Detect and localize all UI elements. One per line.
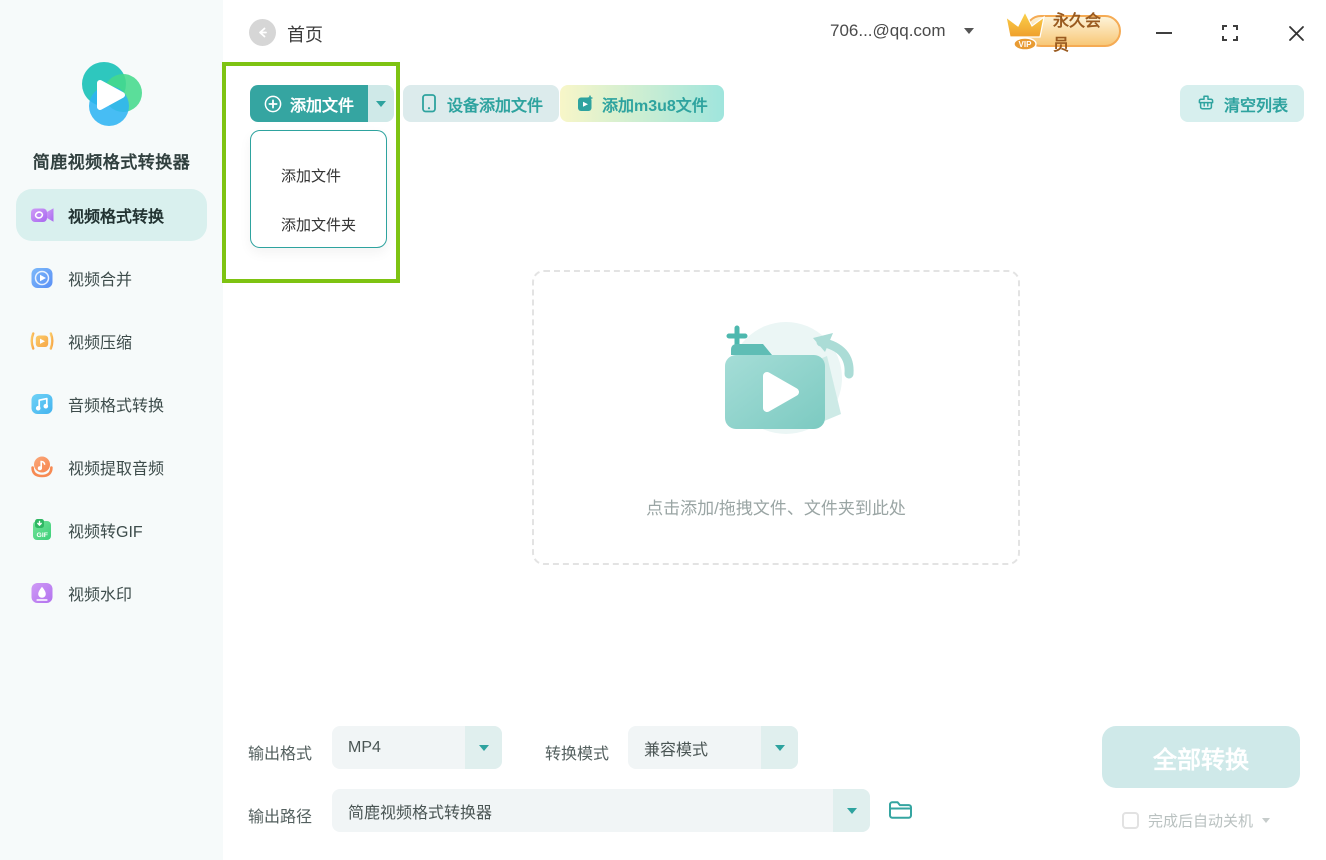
- clear-list-label: 清空列表: [1224, 97, 1289, 115]
- back-button[interactable]: [249, 19, 276, 46]
- drop-zone-hint: 点击添加/拖拽文件、文件夹到此处: [646, 499, 906, 518]
- app-logo-icon: [82, 62, 142, 126]
- app-window: 简鹿视频格式转换器 视频格式转换 视频合并 视频压缩 音频格式转换 视频提取音频…: [0, 0, 1326, 860]
- video-file-icon: [578, 94, 593, 111]
- convert-all-button[interactable]: 全部转换: [1102, 726, 1300, 788]
- close-icon: [1288, 25, 1304, 41]
- sidebar-item-label: 视频合并: [68, 272, 133, 289]
- sidebar-item-video-to-gif[interactable]: GIF 视频转GIF: [16, 504, 207, 556]
- file-drop-zone[interactable]: 点击添加/拖拽文件、文件夹到此处: [532, 270, 1020, 565]
- folder-illustration-icon: [725, 322, 854, 434]
- sidebar-item-video-merge[interactable]: 视频合并: [16, 252, 207, 304]
- auto-shutdown-label: 完成后自动关机: [1148, 813, 1254, 830]
- output-format-label: 输出格式: [248, 746, 313, 763]
- audio-convert-icon: [31, 394, 53, 414]
- maximize-button[interactable]: [1215, 18, 1245, 48]
- add-file-split-button[interactable]: 添加文件: [250, 85, 395, 122]
- app-title: 简鹿视频格式转换器: [32, 153, 191, 172]
- folder-outline-icon: [889, 801, 912, 819]
- convert-mode-select[interactable]: 兼容模式: [628, 726, 798, 769]
- arrow-left-icon: [259, 27, 267, 38]
- chevron-down-icon: [846, 807, 857, 814]
- minimize-button[interactable]: [1149, 18, 1179, 48]
- add-m3u8-button[interactable]: 添加m3u8文件: [560, 85, 724, 122]
- format-select-arrow[interactable]: [465, 726, 502, 769]
- chevron-down-icon: [478, 744, 489, 751]
- video-convert-icon: [31, 208, 54, 222]
- video-merge-icon: [31, 268, 53, 288]
- output-path-select[interactable]: 简鹿视频格式转换器: [332, 789, 870, 832]
- clear-list-button[interactable]: 清空列表: [1180, 85, 1305, 122]
- browse-folder-button[interactable]: [887, 797, 914, 827]
- convert-mode-value: 兼容模式: [644, 741, 709, 759]
- sidebar-item-label: 视频压缩: [68, 335, 133, 352]
- sidebar-item-video-compress[interactable]: 视频压缩: [16, 315, 207, 367]
- add-m3u8-label: 添加m3u8文件: [602, 97, 708, 115]
- extract-audio-icon: [31, 456, 53, 478]
- convert-all-label: 全部转换: [1153, 746, 1249, 774]
- shutdown-chevron-down-icon[interactable]: [1262, 818, 1271, 823]
- sidebar-item-label: 视频转GIF: [68, 524, 143, 541]
- mode-select-arrow[interactable]: [761, 726, 798, 769]
- add-file-dropdown-menu: 添加文件 添加文件夹: [250, 130, 387, 248]
- account-email[interactable]: 706...@qq.com: [830, 21, 946, 41]
- video-compress-icon: [30, 332, 54, 350]
- chevron-down-icon: [774, 744, 785, 751]
- add-file-label: 添加文件: [290, 97, 355, 115]
- convert-mode-label: 转换模式: [545, 746, 610, 763]
- menu-item-add-file[interactable]: 添加文件: [281, 151, 386, 200]
- output-format-value: MP4: [348, 738, 381, 756]
- auto-shutdown-option[interactable]: 完成后自动关机: [1122, 810, 1271, 831]
- output-path-label: 输出路径: [248, 809, 313, 826]
- output-path-value: 简鹿视频格式转换器: [348, 804, 493, 822]
- sidebar-item-watermark[interactable]: 视频水印: [16, 567, 207, 619]
- vip-tag-text: VIP: [1019, 40, 1033, 49]
- sidebar-item-label: 视频水印: [68, 587, 133, 604]
- sidebar-item-extract-audio[interactable]: 视频提取音频: [16, 441, 207, 493]
- vip-badge[interactable]: 永久会员 VIP: [1001, 8, 1121, 54]
- device-add-file-label: 设备添加文件: [447, 97, 544, 115]
- plus-circle-icon: [264, 95, 282, 112]
- auto-shutdown-checkbox[interactable]: [1122, 812, 1139, 829]
- close-button[interactable]: [1281, 18, 1311, 48]
- add-file-dropdown-toggle[interactable]: [368, 85, 395, 122]
- maximize-icon: [1222, 25, 1238, 41]
- path-select-arrow[interactable]: [833, 789, 870, 832]
- sidebar-item-label: 视频提取音频: [68, 461, 165, 478]
- sidebar-item-audio-convert[interactable]: 音频格式转换: [16, 378, 207, 430]
- minimize-icon: [1156, 32, 1172, 34]
- chevron-down-icon: [376, 100, 387, 107]
- sidebar-item-label: 音频格式转换: [68, 398, 165, 415]
- vip-crown-icon: VIP: [1005, 10, 1045, 51]
- add-file-button[interactable]: 添加文件: [250, 85, 369, 122]
- sidebar-item-video-convert[interactable]: 视频格式转换: [16, 189, 207, 241]
- video-to-gif-icon: GIF: [33, 519, 51, 540]
- sidebar-nav: 视频格式转换 视频合并 视频压缩 音频格式转换 视频提取音频 GIF 视频转GI…: [0, 189, 223, 630]
- page-title: 首页: [287, 25, 323, 45]
- watermark-icon: [31, 583, 53, 603]
- account-chevron-down-icon[interactable]: [964, 28, 974, 34]
- phone-icon: [422, 94, 436, 113]
- broom-icon: [1198, 95, 1214, 110]
- sidebar: 简鹿视频格式转换器 视频格式转换 视频合并 视频压缩 音频格式转换 视频提取音频…: [0, 0, 223, 860]
- output-format-select[interactable]: MP4: [332, 726, 502, 769]
- svg-text:GIF: GIF: [37, 532, 48, 539]
- menu-item-add-folder[interactable]: 添加文件夹: [281, 200, 386, 249]
- device-add-file-button[interactable]: 设备添加文件: [403, 85, 560, 122]
- sidebar-item-label: 视频格式转换: [68, 209, 165, 226]
